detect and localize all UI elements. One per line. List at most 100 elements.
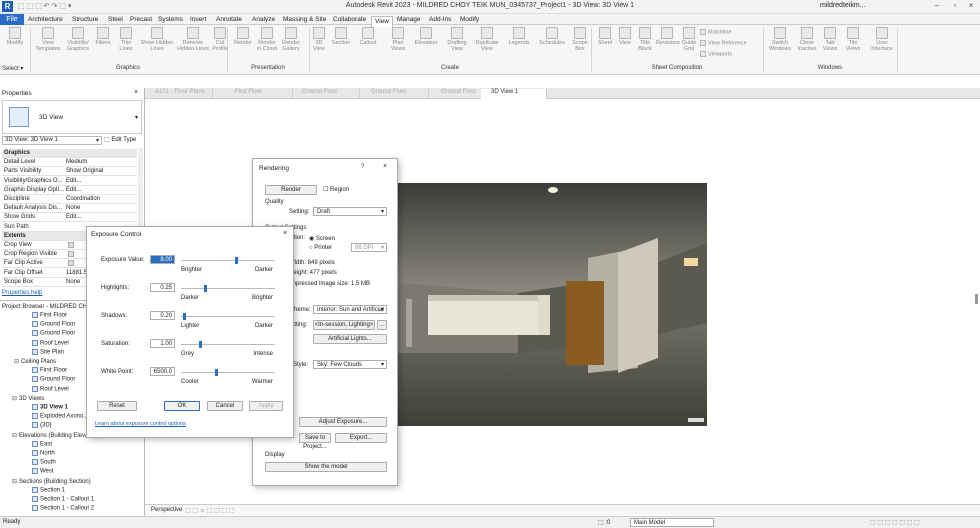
reset-button[interactable]: Reset [97, 401, 137, 411]
tab-ground-floor[interactable]: Ground Floor [292, 89, 360, 99]
close-icon[interactable]: × [964, 1, 978, 12]
tab-a101-floor-plans[interactable]: A101 - Floor Plans [145, 89, 213, 99]
section-button[interactable]: Section [330, 27, 352, 46]
adjust-exposure-button[interactable]: Adjust Exposure... [299, 417, 387, 427]
browser-item[interactable]: Ground Floor [32, 330, 75, 337]
browser-item[interactable]: Exploded Axono... [32, 413, 88, 420]
browser-item[interactable]: 3D View 1 [32, 404, 68, 411]
minimize-icon[interactable]: – [930, 1, 944, 12]
browser-item[interactable]: First Floor [32, 367, 67, 374]
type-selector[interactable]: 3D View ▾ [2, 100, 142, 134]
user-interface-button[interactable]: User Interface [868, 27, 896, 52]
render-button[interactable]: Render [265, 185, 317, 195]
tab-insert[interactable]: Insert [190, 16, 206, 23]
export-button[interactable]: Export... [335, 433, 387, 443]
remove-hidden-lines-button[interactable]: Remove Hidden Lines [176, 27, 210, 52]
render-in-cloud-button[interactable]: Render in Cloud [256, 27, 278, 52]
scope-box-button[interactable]: Scope Box [570, 27, 590, 52]
view-reference-button[interactable]: View Reference [700, 40, 760, 46]
view-button[interactable]: View [616, 27, 634, 46]
slider-thumb[interactable] [203, 285, 207, 292]
browser-item[interactable]: Roof Level [32, 385, 69, 392]
edit-type-button[interactable]: ⬚ Edit Type [104, 136, 136, 143]
maximize-icon[interactable]: ▫ [948, 1, 962, 12]
close-icon[interactable]: × [134, 89, 138, 96]
callout-button[interactable]: Callout [356, 27, 380, 46]
show-model-button[interactable]: Show the model [265, 462, 387, 472]
tab-steel[interactable]: Steel [108, 16, 123, 23]
switch-windows-button[interactable]: Switch Windows [766, 27, 794, 52]
browser-item[interactable]: Roof Level [32, 339, 69, 346]
property-checkbox[interactable] [68, 260, 74, 267]
tab-3d-view-1[interactable]: 3D View 1 [481, 89, 547, 99]
browser-item[interactable]: Section 1 - Callout 2 [32, 505, 94, 512]
title-block-button[interactable]: Title Block [636, 27, 654, 52]
browser-item[interactable]: Ground Floor [32, 376, 75, 383]
slider-thumb[interactable] [182, 313, 186, 320]
browser-item[interactable]: Ground Floor [32, 321, 75, 328]
view-templates-button[interactable]: View Templates [34, 27, 62, 52]
artificial-lights-button[interactable]: Artificial Lights... [313, 334, 387, 344]
instance-selector[interactable]: 3D View: 3D View 1 ▾ [2, 136, 102, 145]
close-inactive-button[interactable]: Close Inactive [796, 27, 818, 52]
workset-icon[interactable]: ⬚ :0 [598, 519, 610, 526]
apply-button[interactable]: Apply [249, 401, 283, 411]
browser-item[interactable]: Section 1 - Callout 1 [32, 496, 94, 503]
cancel-button[interactable]: Cancel [207, 401, 243, 411]
tab-views-button[interactable]: Tab Views [820, 27, 840, 52]
sun-setting-field[interactable]: <In-session, Lighting> [313, 320, 375, 330]
browser-item[interactable]: ⊟ 3D Views [12, 395, 44, 402]
property-value[interactable]: Edit... [66, 214, 81, 220]
exposure-value-input[interactable]: 0.25 [150, 283, 175, 292]
browser-item[interactable]: ⊟ Sections (Building Section) [12, 478, 91, 485]
property-checkbox[interactable] [68, 242, 74, 248]
tab-ground-floor[interactable]: Ground Floor [361, 89, 429, 99]
exposure-value-input[interactable]: 0.20 [150, 311, 175, 320]
property-value[interactable]: Edit... [66, 187, 81, 193]
browser-item[interactable]: North [32, 450, 55, 457]
duplicate-view-button[interactable]: Duplicate View [472, 27, 502, 52]
tab-add-ins[interactable]: Add-Ins [429, 16, 451, 23]
expand-icon[interactable]: ⊟ [12, 433, 17, 439]
guide-grid-button[interactable]: Guide Grid [680, 27, 698, 52]
3d-view-button[interactable]: 3D View [310, 27, 328, 52]
close-icon[interactable]: × [383, 163, 387, 170]
design-option-select[interactable]: Main Model [630, 518, 714, 527]
lighting-scheme-select[interactable]: Interior: Sun and Artificial ▾ [313, 305, 387, 314]
quality-setting-select[interactable]: Draft ▾ [313, 207, 387, 216]
visibility-graphics-button[interactable]: Visibility/ Graphics [64, 27, 92, 52]
canvas-scrollbar[interactable] [975, 294, 978, 304]
browser-item[interactable]: South [32, 459, 56, 466]
thin-lines-button[interactable]: Thin Lines [114, 27, 138, 52]
properties-help-link[interactable]: Properties help [2, 290, 42, 296]
property-checkbox[interactable] [68, 251, 74, 258]
exposure-value-input[interactable]: 8.00 [150, 255, 175, 264]
slider-thumb[interactable] [235, 257, 238, 264]
tab-collaborate[interactable]: Collaborate [333, 16, 366, 23]
select-dropdown[interactable]: Select ▾ [2, 65, 28, 72]
tab-manage[interactable]: Manage [397, 16, 421, 23]
ok-button[interactable]: OK [164, 401, 200, 411]
expand-icon[interactable]: ⊟ [14, 359, 19, 365]
browser-item[interactable]: First Floor [32, 312, 67, 319]
slider-thumb[interactable] [215, 369, 219, 376]
drafting-view-button[interactable]: Drafting View [444, 27, 470, 52]
browser-item[interactable]: ⊟ Ceiling Plans [14, 358, 56, 365]
exposure-value-input[interactable]: 6500.0 [150, 367, 175, 376]
render-gallery-button[interactable]: Render Gallery [280, 27, 302, 52]
tab-structure[interactable]: Structure [72, 16, 98, 23]
render-button[interactable]: Render [232, 27, 254, 46]
region-checkbox[interactable]: ☐ Region [323, 186, 349, 193]
save-to-project-button[interactable]: Save to Project... [299, 433, 331, 450]
browser-item[interactable]: Section 1 [32, 486, 65, 493]
filters-button[interactable]: Filters [94, 27, 112, 46]
browser-item[interactable]: West [32, 468, 54, 475]
learn-more-link[interactable]: Learn about exposure control options [95, 421, 186, 427]
dpi-select[interactable]: 96 DPI ▾ [351, 243, 387, 252]
viewports-button[interactable]: Viewports [700, 51, 760, 57]
background-style-select[interactable]: Sky: Few Clouds ▾ [313, 360, 387, 369]
browser-item[interactable]: {3D} [32, 422, 52, 429]
slider-thumb[interactable] [199, 341, 202, 348]
schedules-button[interactable]: Schedules [536, 27, 568, 46]
matchline-button[interactable]: Matchline [700, 29, 760, 35]
